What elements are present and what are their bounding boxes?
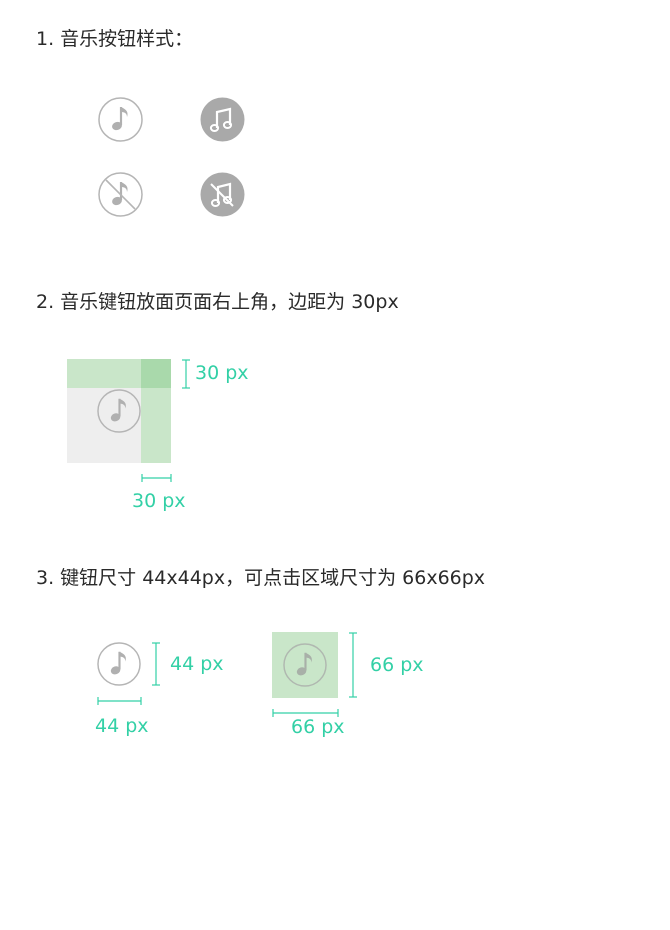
top-margin-bracket: [180, 359, 192, 389]
hit-height-label: 66 px: [370, 654, 424, 676]
section-3-title: 3. 键钮尺寸 44x44px，可点击区域尺寸为 66x66px: [36, 567, 486, 589]
button-height-bracket: [150, 642, 162, 686]
music-notes-muted-filled-icon[interactable]: [200, 172, 245, 217]
section-2-title: 2. 音乐键钮放面页面右上角，边距为 30px: [36, 291, 399, 313]
section-1-title: 1. 音乐按钮样式：: [36, 28, 194, 50]
music-note-outline-icon[interactable]: [283, 643, 327, 687]
hit-height-bracket: [347, 632, 359, 698]
right-margin-label: 30 px: [132, 490, 186, 512]
right-margin-bracket: [141, 472, 172, 484]
music-note-outline-icon[interactable]: [98, 97, 143, 142]
top-margin-label: 30 px: [195, 362, 249, 384]
button-width-label: 44 px: [95, 715, 149, 737]
button-width-bracket: [97, 695, 142, 707]
hit-width-label: 66 px: [291, 716, 345, 738]
music-notes-filled-icon[interactable]: [200, 97, 245, 142]
margin-overlap-corner: [141, 359, 171, 388]
music-note-outline-icon[interactable]: [97, 642, 141, 686]
button-height-label: 44 px: [170, 653, 224, 675]
music-note-outline-icon[interactable]: [97, 389, 141, 433]
music-note-muted-outline-icon[interactable]: [98, 172, 143, 217]
